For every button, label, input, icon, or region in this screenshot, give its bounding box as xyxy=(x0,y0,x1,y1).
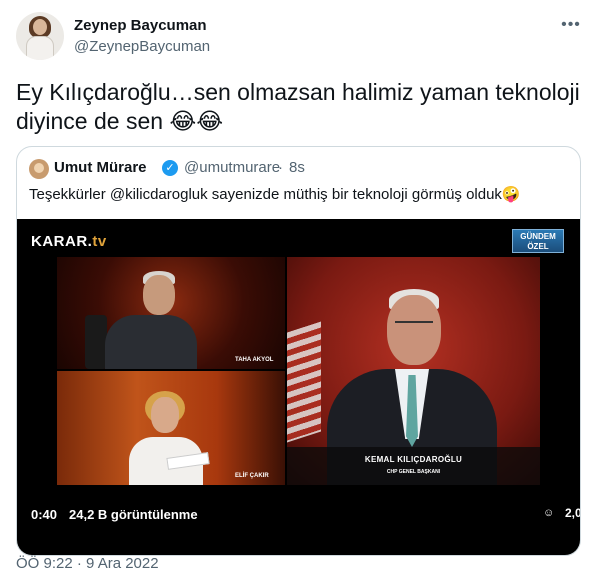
program-badge: GÜNDEM ÖZEL xyxy=(512,229,564,253)
quoted-author-handle[interactable]: @umutmurare xyxy=(184,159,280,176)
video-player[interactable]: KARAR.tv GÜNDEM ÖZEL TAHA AKYOL ELİF ÇAK… xyxy=(17,219,581,555)
tagged-people-pill[interactable]: ☺ 2,0 xyxy=(535,501,581,525)
verified-badge-icon: ✓ xyxy=(162,160,178,176)
tweet-text: Ey Kılıçdaroğlu…sen olmazsan halimiz yam… xyxy=(16,79,580,134)
author-handle[interactable]: @ZeynepBaycuman xyxy=(74,38,210,55)
video-panel-host: ELİF ÇAKIR xyxy=(57,371,285,485)
quoted-tweet-time[interactable]: 8s xyxy=(289,159,305,176)
quoted-author-avatar[interactable] xyxy=(29,159,49,179)
quoted-tweet-text: Teşekkürler @kilicdarogluk sayenizde müt… xyxy=(29,186,521,203)
more-options-icon[interactable]: ••• xyxy=(560,16,582,34)
video-view-count: 24,2 B görüntülenme xyxy=(69,507,198,522)
person-tag-icon: ☺ xyxy=(543,507,555,519)
quoted-author-name[interactable]: Umut Mürare xyxy=(54,159,147,176)
tagged-count: 2,0 xyxy=(565,506,581,520)
main-caption-title: CHP GENEL BAŞKANI xyxy=(386,469,441,475)
channel-logo: KARAR.tv xyxy=(31,233,107,250)
badge-line2: ÖZEL xyxy=(527,242,549,251)
tweet: Zeynep Baycuman @ZeynepBaycuman ••• Ey K… xyxy=(0,0,596,580)
author-avatar[interactable] xyxy=(16,12,64,60)
tweet-timestamp[interactable]: ÖÖ 9:22 · 9 Ara 2022 xyxy=(16,555,159,572)
logo-tv: tv xyxy=(92,233,107,250)
video-panel-guest1: TAHA AKYOL xyxy=(57,257,285,369)
separator-dot: · xyxy=(278,159,283,176)
badge-line1: GÜNDEM xyxy=(520,232,556,241)
logo-main: KARAR. xyxy=(31,233,93,250)
video-elapsed-time: 0:40 xyxy=(31,507,58,522)
main-caption-name: KEMAL KILIÇDAROĞLU xyxy=(364,455,463,464)
host-caption: ELİF ÇAKIR xyxy=(235,473,269,479)
quoted-tweet[interactable]: Umut Mürare ✓ @umutmurare · 8s Teşekkürl… xyxy=(16,146,581,556)
guest1-caption: TAHA AKYOL xyxy=(235,357,274,363)
video-panel-main: KEMAL KILIÇDAROĞLU CHP GENEL BAŞKANI xyxy=(287,257,540,485)
author-name[interactable]: Zeynep Baycuman xyxy=(74,17,207,34)
